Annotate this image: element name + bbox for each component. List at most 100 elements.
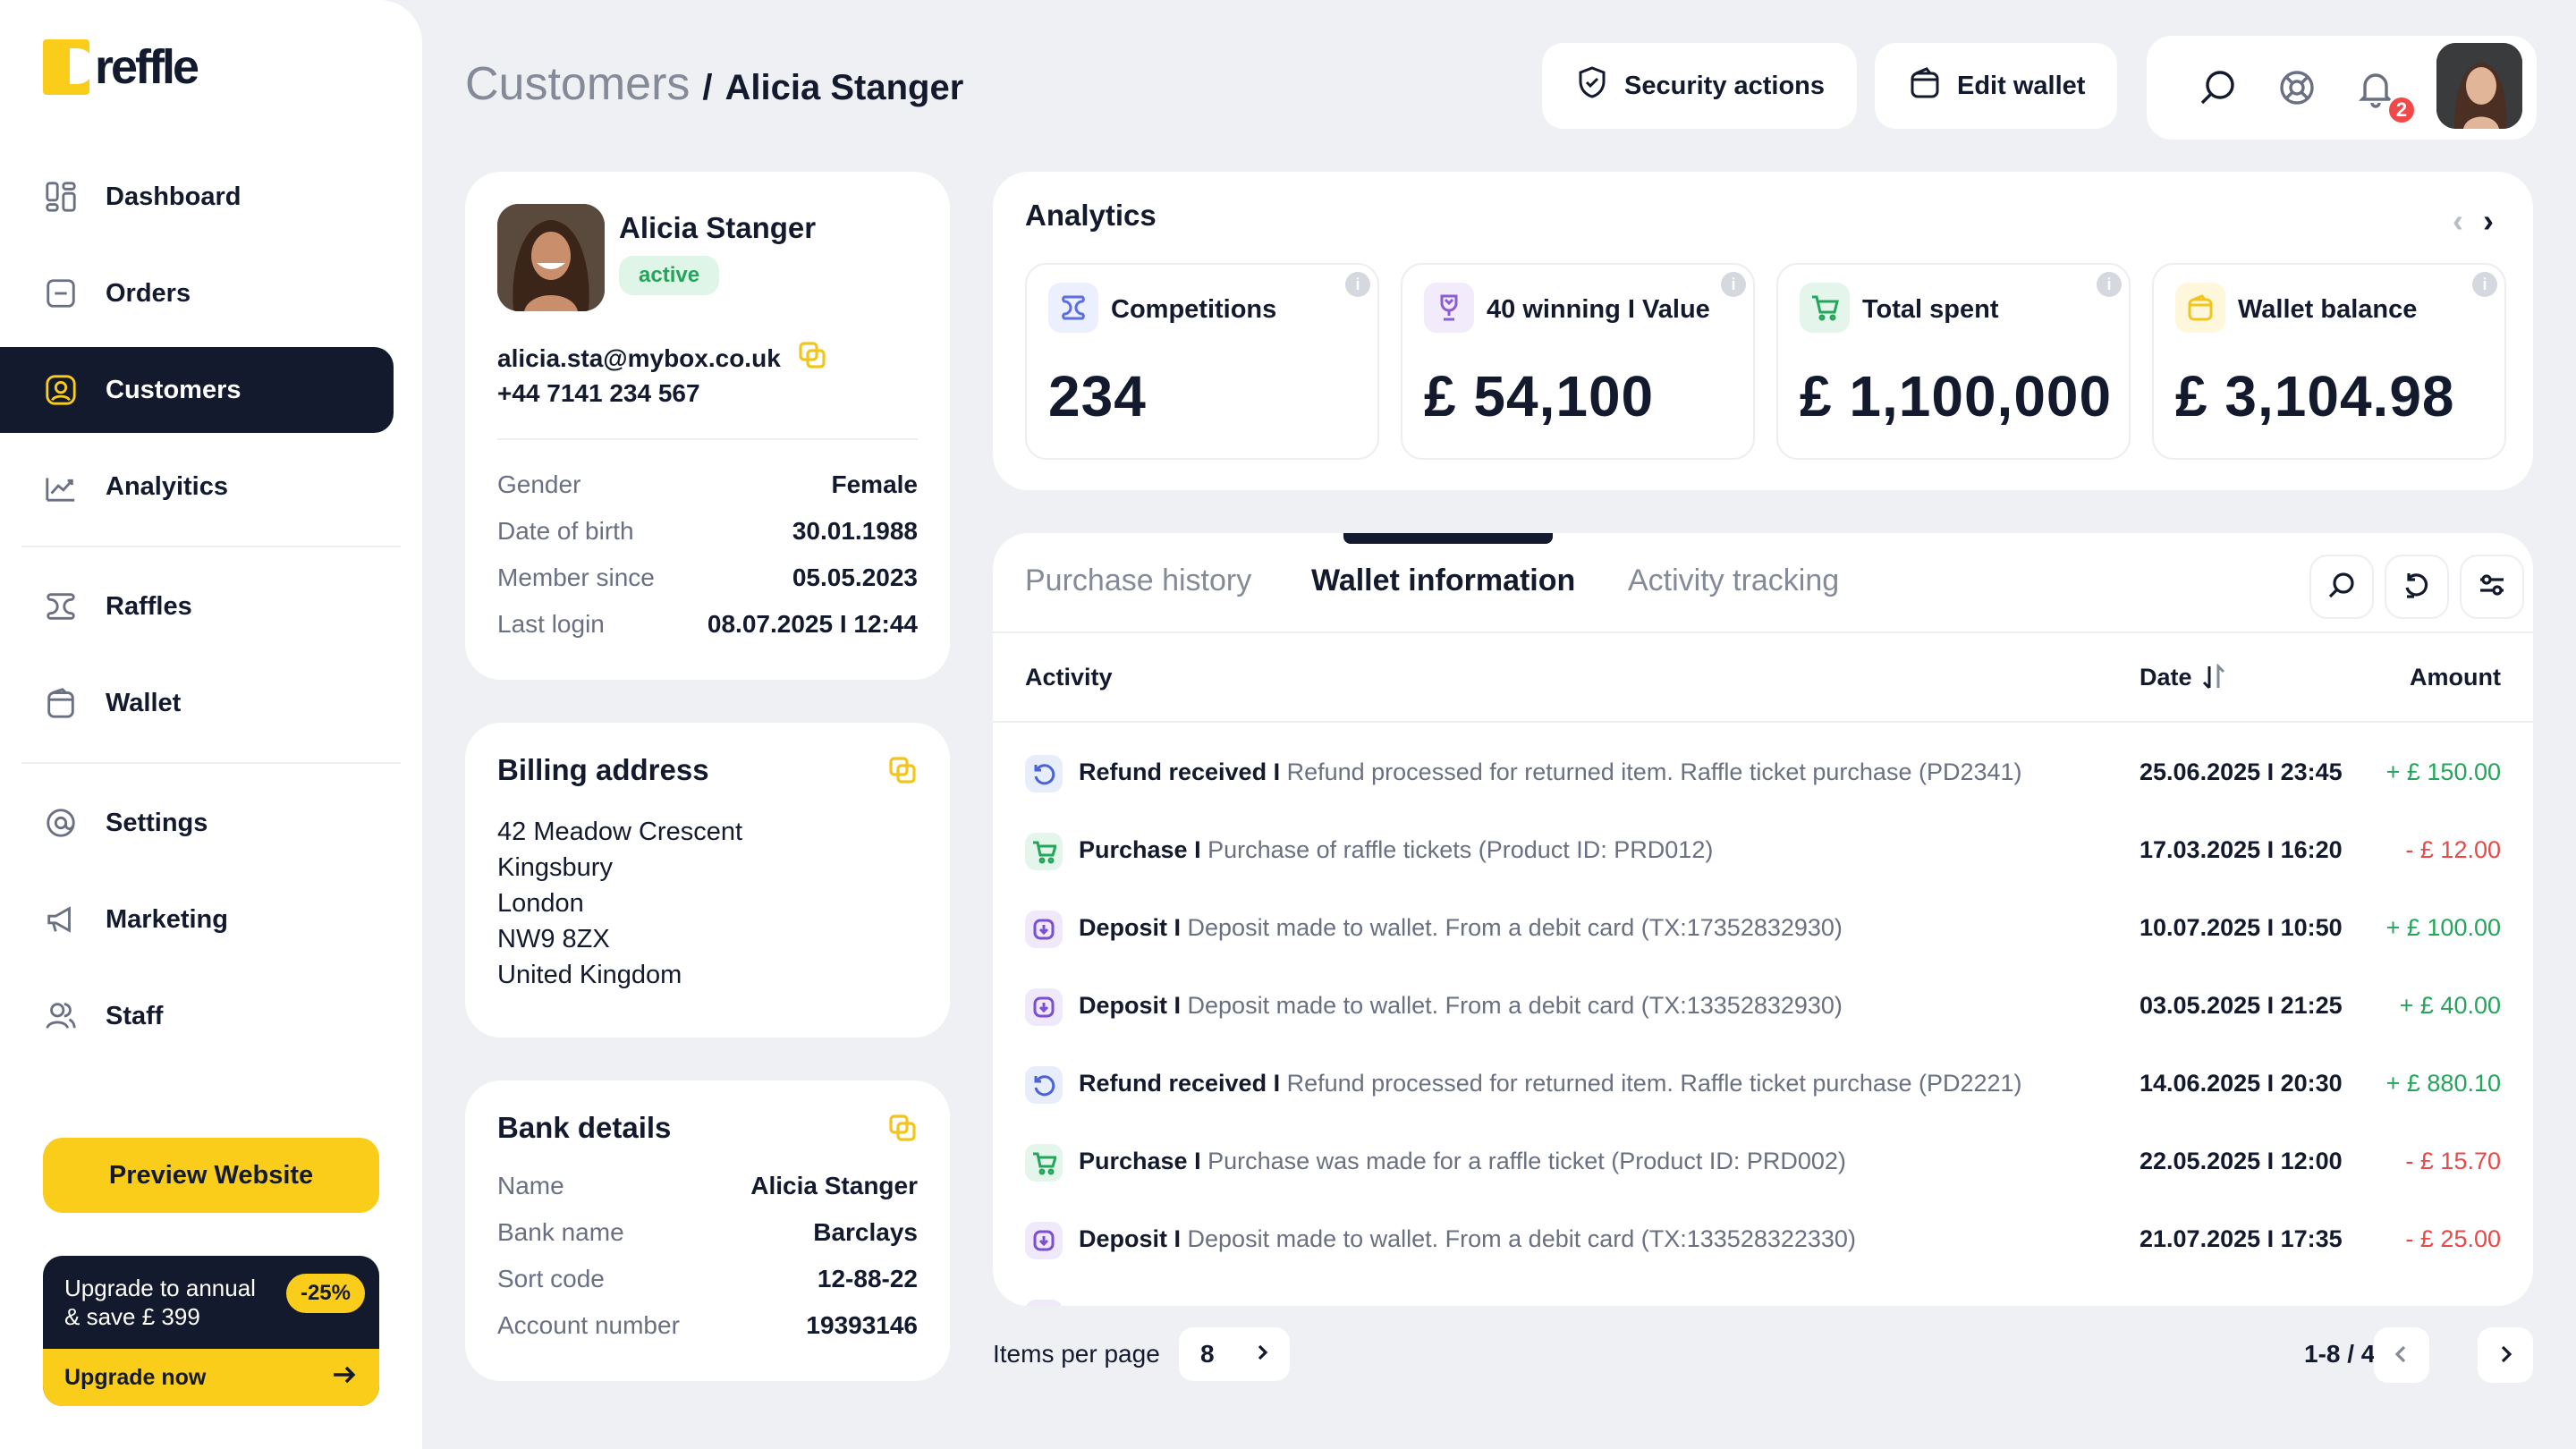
chevron-left-icon (2391, 1338, 2412, 1373)
brand-logo[interactable]: reffle (43, 39, 199, 95)
activity-description: Purchase was made for a raffle ticket (P… (1208, 1148, 1846, 1174)
table-row[interactable]: Purchase I Purchase of raffle tickets (P… (993, 817, 2533, 888)
upgrade-line-1: Upgrade to annual (64, 1275, 256, 1301)
info-icon[interactable]: i (2097, 272, 2122, 297)
field-label: Member since (497, 564, 655, 591)
preview-website-button[interactable]: Preview Website (43, 1138, 379, 1213)
deposit-icon (1025, 911, 1063, 948)
sidebar-item-settings[interactable]: Settings (0, 780, 394, 866)
stat-wallet-balance: Wallet balance i £ 3,104.98 (2152, 263, 2506, 460)
table-row[interactable]: Deposit I Deposit made to wallet. From a… (993, 1284, 2533, 1306)
stat-label: 40 winning I Value (1487, 295, 1710, 324)
edit-wallet-button[interactable]: Edit wallet (1875, 43, 2118, 129)
stat-competitions: Competitions i 234 (1025, 263, 1379, 460)
discount-badge: -25% (285, 1274, 365, 1313)
brand-name: reffle (95, 40, 199, 94)
table-search-button[interactable] (2309, 555, 2374, 619)
sidebar-item-analytics[interactable]: Analyitics (0, 444, 394, 530)
table-row[interactable]: Refund received I Refund processed for r… (993, 739, 2533, 810)
sidebar-divider (21, 546, 401, 547)
table-header: Activity Date Amount (993, 631, 2533, 723)
info-icon[interactable]: i (2472, 272, 2497, 297)
customer-email: alicia.sta@mybox.co.uk (497, 340, 827, 377)
status-badge: active (619, 256, 720, 295)
copy-icon[interactable] (887, 755, 918, 790)
user-avatar[interactable] (2436, 43, 2522, 129)
activity-type: Purchase I (1079, 836, 1201, 863)
sidebar-item-wallet[interactable]: Wallet (0, 660, 394, 746)
activity-description: Purchase of raffle tickets (Product ID: … (1208, 836, 1714, 863)
activity-cell: Refund received I Refund processed for r… (1079, 758, 2022, 786)
copy-icon[interactable] (887, 1113, 918, 1148)
date-cell: 21.07.2025 I 17:35 (2140, 1225, 2343, 1252)
amount-cell: + £ 200.00 (2386, 1303, 2501, 1306)
sidebar-item-staff[interactable]: Staff (0, 973, 394, 1059)
activity-description: Refund processed for returned item. Raff… (1286, 758, 2022, 785)
amount-cell: + £ 40.00 (2399, 992, 2501, 1019)
sidebar-item-raffles[interactable]: Raffles (0, 564, 394, 649)
activity-description: Deposit made to wallet. From a debit car… (1187, 992, 1843, 1019)
cart-icon (1800, 283, 1850, 333)
help-icon[interactable] (2275, 66, 2318, 109)
dashboard-icon (43, 179, 79, 215)
date-cell: 10.07.2025 I 10:50 (2140, 914, 2343, 941)
wallet-icon (2175, 283, 2225, 333)
refresh-icon (2402, 570, 2432, 605)
info-icon[interactable]: i (1721, 272, 1746, 297)
activity-description: Deposit made to wallet. From a debit car… (1187, 1225, 1856, 1252)
stat-label: Competitions (1111, 295, 1277, 324)
amount-cell: - £ 15.70 (2405, 1148, 2501, 1174)
activity-cell: Deposit I Deposit made to wallet. From a… (1079, 1225, 1856, 1253)
table-row[interactable]: Deposit I Deposit made to wallet. From a… (993, 894, 2533, 966)
sidebar-item-customers[interactable]: Customers (0, 347, 394, 433)
customer-name: Alicia Stanger (619, 211, 817, 244)
items-per-page-select[interactable]: 8 (1179, 1327, 1290, 1381)
table-row[interactable]: Deposit I Deposit made to wallet. From a… (993, 972, 2533, 1044)
chevron-left-icon[interactable]: ‹ (2453, 202, 2463, 240)
field-value: 19393146 (806, 1311, 918, 1339)
tab-purchase-history[interactable]: Purchase history (1025, 564, 1251, 598)
field-label: Gender (497, 470, 581, 498)
analytics-icon (43, 469, 79, 504)
field-label: Sort code (497, 1265, 605, 1292)
sidebar-item-marketing[interactable]: Marketing (0, 877, 394, 962)
upgrade-now-button[interactable]: Upgrade now (43, 1349, 379, 1406)
info-icon[interactable]: i (1345, 272, 1370, 297)
tab-activity-tracking[interactable]: Activity tracking (1628, 564, 1839, 598)
items-per-page-label: Items per page (993, 1340, 1160, 1368)
activity-cell: Purchase I Purchase of raffle tickets (P… (1079, 836, 1713, 864)
bank-row-sort-code: Sort code 12-88-22 (497, 1265, 918, 1293)
table-filter-button[interactable] (2460, 555, 2524, 619)
table-row[interactable]: Refund received I Refund processed for r… (993, 1050, 2533, 1122)
field-label: Name (497, 1172, 564, 1199)
table-row[interactable]: Purchase I Purchase was made for a raffl… (993, 1128, 2533, 1199)
active-tab-indicator (1343, 533, 1553, 544)
date-cell: 14.06.2025 I 20:30 (2140, 1070, 2343, 1097)
upgrade-card: Upgrade to annual & save £ 399 -25% Upgr… (43, 1256, 379, 1406)
breadcrumb-root[interactable]: Customers (465, 57, 690, 111)
sidebar-item-label: Marketing (106, 904, 228, 934)
activity-type: Deposit I (1079, 1303, 1181, 1306)
chevron-right-icon (1252, 1340, 1272, 1368)
sidebar-item-dashboard[interactable]: Dashboard (0, 154, 394, 240)
security-actions-button[interactable]: Security actions (1542, 43, 1858, 129)
table-refresh-button[interactable] (2385, 555, 2449, 619)
notification-badge: 2 (2386, 95, 2417, 125)
table-row[interactable]: Deposit I Deposit made to wallet. From a… (993, 1206, 2533, 1277)
tab-wallet-information[interactable]: Wallet information (1311, 564, 1575, 598)
prev-page-button[interactable] (2374, 1327, 2429, 1383)
search-icon (2326, 570, 2357, 605)
deposit-icon (1025, 1222, 1063, 1259)
activity-type: Deposit I (1079, 992, 1182, 1019)
amount-cell: + £ 880.10 (2385, 1070, 2501, 1097)
search-icon[interactable] (2197, 66, 2240, 109)
copy-icon[interactable] (797, 340, 827, 377)
billing-address-card: Billing address 42 Meadow Crescent Kings… (465, 723, 950, 1038)
upgrade-now-label: Upgrade now (64, 1364, 207, 1390)
stat-value: £ 54,100 (1424, 364, 1655, 428)
next-page-button[interactable] (2478, 1327, 2533, 1383)
arrow-right-icon (331, 1361, 358, 1394)
column-date[interactable]: Date (2140, 663, 2226, 697)
sidebar-item-orders[interactable]: Orders (0, 250, 394, 336)
chevron-right-icon[interactable]: › (2483, 202, 2494, 240)
